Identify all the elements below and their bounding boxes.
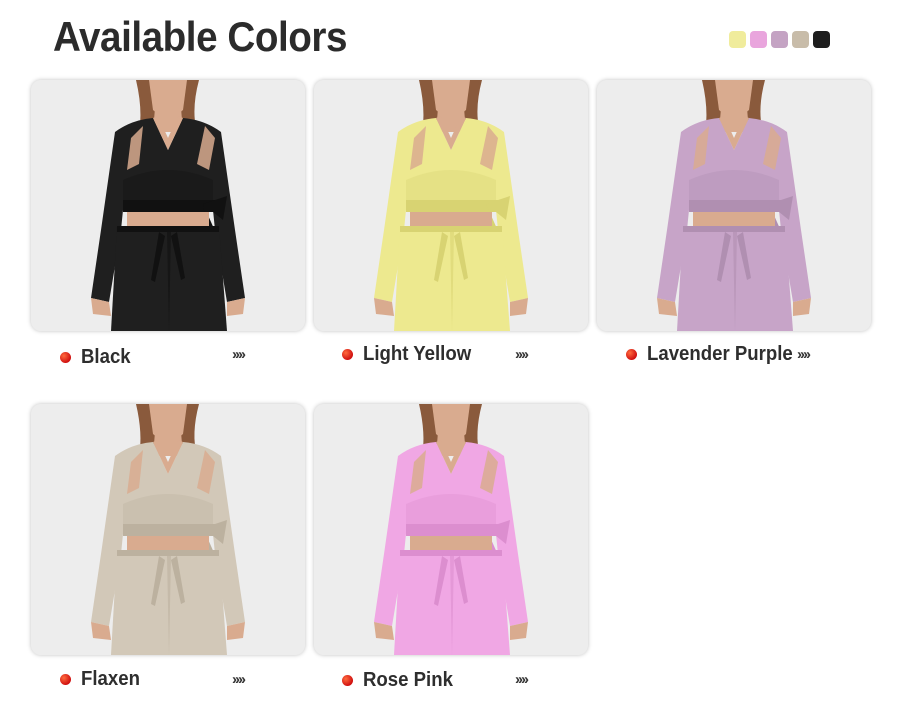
bullet-icon	[342, 674, 353, 686]
more-arrows-icon[interactable]: ››››	[232, 346, 246, 363]
more-arrows-icon[interactable]: ››››	[797, 346, 811, 363]
color-label: Lavender Purple	[647, 342, 793, 365]
bullet-icon	[60, 673, 71, 685]
bullet-icon	[626, 348, 637, 360]
color-label: Rose Pink	[363, 668, 453, 691]
product-photo	[597, 80, 871, 331]
color-label: Light Yellow	[363, 342, 472, 365]
product-photo	[31, 80, 305, 331]
product-card-lavender-purple[interactable]	[597, 80, 871, 331]
swatch-lavender-purple[interactable]	[771, 31, 788, 48]
product-card-light-yellow[interactable]	[314, 80, 588, 331]
color-option-rose-pink[interactable]: Rose Pink	[342, 667, 460, 693]
color-label: Flaxen	[81, 667, 140, 690]
product-card-flaxen[interactable]	[31, 404, 305, 655]
product-photo	[314, 404, 588, 655]
bullet-icon	[60, 351, 71, 363]
product-card-rose-pink[interactable]	[314, 404, 588, 655]
bullet-icon	[342, 348, 353, 360]
product-photo	[314, 80, 588, 331]
color-option-black[interactable]: Black	[60, 344, 134, 370]
more-arrows-icon[interactable]: ››››	[232, 671, 246, 688]
product-card-black[interactable]	[31, 80, 305, 331]
color-label: Black	[81, 345, 131, 368]
color-option-flaxen[interactable]: Flaxen	[60, 666, 144, 692]
color-swatch-bar	[729, 31, 830, 48]
more-arrows-icon[interactable]: ››››	[515, 671, 529, 688]
more-arrows-icon[interactable]: ››››	[515, 346, 529, 363]
swatch-black[interactable]	[813, 31, 830, 48]
swatch-flaxen[interactable]	[792, 31, 809, 48]
product-photo	[31, 404, 305, 655]
color-option-light-yellow[interactable]: Light Yellow	[342, 341, 479, 367]
page-title: Available Colors	[53, 13, 347, 60]
color-option-lavender-purple[interactable]: Lavender Purple	[626, 341, 804, 367]
swatch-rose-pink[interactable]	[750, 31, 767, 48]
swatch-light-yellow[interactable]	[729, 31, 746, 48]
